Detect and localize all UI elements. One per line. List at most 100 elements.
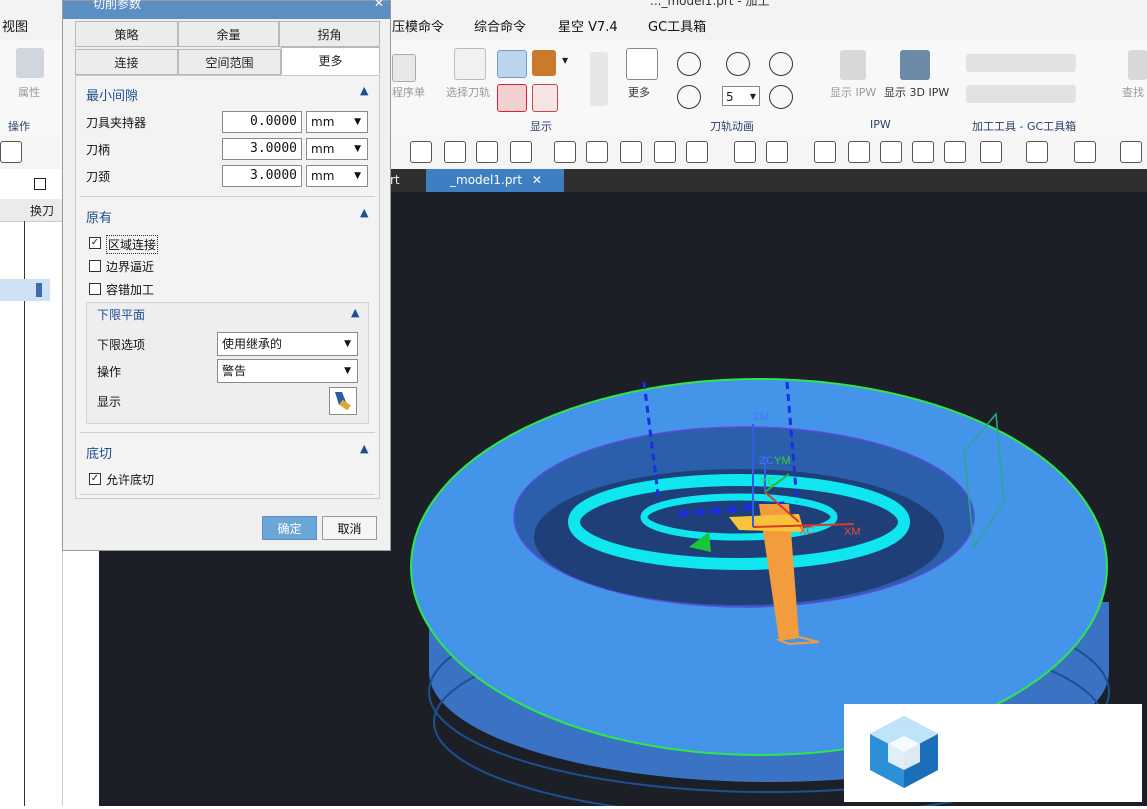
tool-display-dropdown-icon[interactable]: ▼ xyxy=(562,56,568,65)
zoom-fit-icon[interactable] xyxy=(980,141,1002,163)
animation-speed-select[interactable]: 5 ▼ xyxy=(722,86,760,106)
maximize-icon[interactable] xyxy=(34,178,46,190)
boundary-approx-label[interactable]: 边界逼近 xyxy=(106,258,154,275)
ok-button[interactable]: 确定 xyxy=(262,516,317,540)
render-style-icon[interactable] xyxy=(944,141,966,163)
shaded-icon[interactable] xyxy=(766,141,788,163)
assembly-icon[interactable] xyxy=(586,141,608,163)
divider xyxy=(80,432,375,433)
region-connect-checkbox[interactable]: ✓ xyxy=(89,237,101,249)
more-icon[interactable] xyxy=(626,48,658,80)
tolerant-machining-label[interactable]: 容错加工 xyxy=(106,281,154,298)
show-3d-ipw-icon[interactable] xyxy=(900,50,930,80)
collapse-icon[interactable]: ▲ xyxy=(360,442,368,455)
operation-select[interactable]: 警告 ▼ xyxy=(217,359,358,383)
tolerant-machining-checkbox[interactable] xyxy=(89,283,101,295)
select-filter-icon[interactable] xyxy=(410,141,432,163)
section-min-clearance[interactable]: 最小间隙 xyxy=(86,85,138,104)
step-forward-icon[interactable] xyxy=(769,85,793,109)
close-icon[interactable]: ✕ xyxy=(532,173,542,187)
select-toolpath-icon[interactable] xyxy=(454,48,486,80)
tab-space-range[interactable]: 空间范围 xyxy=(178,49,281,75)
more-button[interactable]: 更多 xyxy=(628,84,650,100)
tab-strategy[interactable]: 策略 xyxy=(75,21,178,47)
select-toolpath-button[interactable]: 选择刀轨 xyxy=(446,84,490,100)
section-undercut[interactable]: 底切 xyxy=(86,443,112,462)
find-icon[interactable] xyxy=(1128,50,1147,80)
rewind-icon[interactable] xyxy=(677,52,701,76)
holder-clearance-input[interactable]: 0.0000 xyxy=(222,111,302,133)
display-button[interactable] xyxy=(329,387,357,415)
play-icon[interactable] xyxy=(769,52,793,76)
point-snap-icon[interactable] xyxy=(554,141,576,163)
tab-stock[interactable]: 余量 xyxy=(178,21,279,47)
layer-up-down-icon[interactable] xyxy=(590,52,608,106)
type-filter-icon[interactable] xyxy=(510,141,532,163)
solid-icon[interactable] xyxy=(734,141,756,163)
program-order-button[interactable]: 程序单 xyxy=(392,84,425,100)
show-ipw-button[interactable]: 显示 IPW xyxy=(830,84,876,100)
find-button[interactable]: 查找 xyxy=(1122,84,1144,100)
cube-view-icon[interactable] xyxy=(912,141,934,163)
body-filter-icon[interactable] xyxy=(654,141,676,163)
watermark-logo xyxy=(844,704,1142,802)
gc-tools-row1-icon[interactable] xyxy=(966,54,1076,72)
window-title: ..._model1.prt - 加工 xyxy=(650,0,770,8)
display-mode-icon[interactable] xyxy=(1074,141,1096,163)
clip-section-icon[interactable] xyxy=(1026,141,1048,163)
fit-view-icon[interactable] xyxy=(814,141,836,163)
tab-more[interactable]: 更多 xyxy=(281,47,380,75)
pan-icon[interactable] xyxy=(848,141,870,163)
menu-press-die[interactable]: 压模命令 xyxy=(392,16,444,35)
pause-icon[interactable] xyxy=(726,52,750,76)
rotate-icon[interactable] xyxy=(880,141,902,163)
boundary-approx-checkbox[interactable] xyxy=(89,260,101,272)
hexagon-icon[interactable] xyxy=(620,141,642,163)
filter-icon[interactable] xyxy=(476,141,498,163)
lower-limit-option-select[interactable]: 使用继承的 ▼ xyxy=(217,332,358,356)
menu-combined[interactable]: 综合命令 xyxy=(474,16,526,35)
neck-clearance-input[interactable]: 3.0000 xyxy=(222,165,302,187)
face-filter-icon[interactable] xyxy=(686,141,708,163)
shank-unit-select[interactable]: mm ▼ xyxy=(306,138,368,160)
toolpath-box-icon[interactable] xyxy=(497,84,527,112)
visibility-icon[interactable] xyxy=(1120,141,1142,163)
navigator-tree-icon[interactable] xyxy=(0,141,22,163)
section-lower-plane[interactable]: 下限平面 xyxy=(97,306,145,323)
allow-undercut-checkbox[interactable]: ✓ xyxy=(89,473,101,485)
collapse-icon[interactable]: ▲ xyxy=(360,84,368,97)
menu-xingkong[interactable]: 星空 V7.4 xyxy=(558,16,618,35)
menu-view[interactable]: 视图 xyxy=(2,16,28,35)
menu-gc-toolbox[interactable]: GC工具箱 xyxy=(648,16,706,35)
show-ipw-icon[interactable] xyxy=(840,50,866,80)
cancel-button[interactable]: 取消 xyxy=(322,516,377,540)
region-connect-label[interactable]: 区域连接 xyxy=(106,235,159,254)
holder-unit-select[interactable]: mm ▼ xyxy=(306,111,368,133)
shank-clearance-input[interactable]: 3.0000 xyxy=(222,138,302,160)
collapse-icon[interactable]: ▲ xyxy=(351,306,359,319)
properties-icon[interactable] xyxy=(16,48,44,78)
tab-connection[interactable]: 连接 xyxy=(75,49,178,75)
tab-model1[interactable]: _model1.prt ✕ xyxy=(426,169,564,192)
dialog-close-icon[interactable]: ✕ xyxy=(374,0,384,10)
divider xyxy=(80,196,375,197)
operation-label: 操作 xyxy=(97,365,122,379)
program-order-icon[interactable] xyxy=(392,54,416,82)
operation-list-icon[interactable] xyxy=(532,84,558,112)
neck-unit-select[interactable]: mm ▼ xyxy=(306,165,368,187)
section-legacy[interactable]: 原有 xyxy=(86,207,112,226)
selected-row[interactable] xyxy=(0,279,50,301)
step-back-icon[interactable] xyxy=(677,85,701,109)
toolpath-display-icon[interactable] xyxy=(497,50,527,78)
collapse-icon[interactable]: ▲ xyxy=(360,206,368,219)
properties-button[interactable]: 属性 xyxy=(18,84,40,100)
show-3d-ipw-button[interactable]: 显示 3D IPW xyxy=(884,84,949,100)
snap-icon[interactable] xyxy=(444,141,466,163)
tab-corner[interactable]: 拐角 xyxy=(279,21,380,47)
xc-label: XC xyxy=(799,525,814,537)
dialog-titlebar[interactable]: 切削参数 ✕ xyxy=(63,0,390,19)
allow-undercut-label[interactable]: 允许底切 xyxy=(106,471,154,488)
tool-display-icon[interactable] xyxy=(532,50,556,76)
chevron-down-icon: ▼ xyxy=(354,171,361,181)
gc-tools-row2-icon[interactable] xyxy=(966,85,1076,103)
